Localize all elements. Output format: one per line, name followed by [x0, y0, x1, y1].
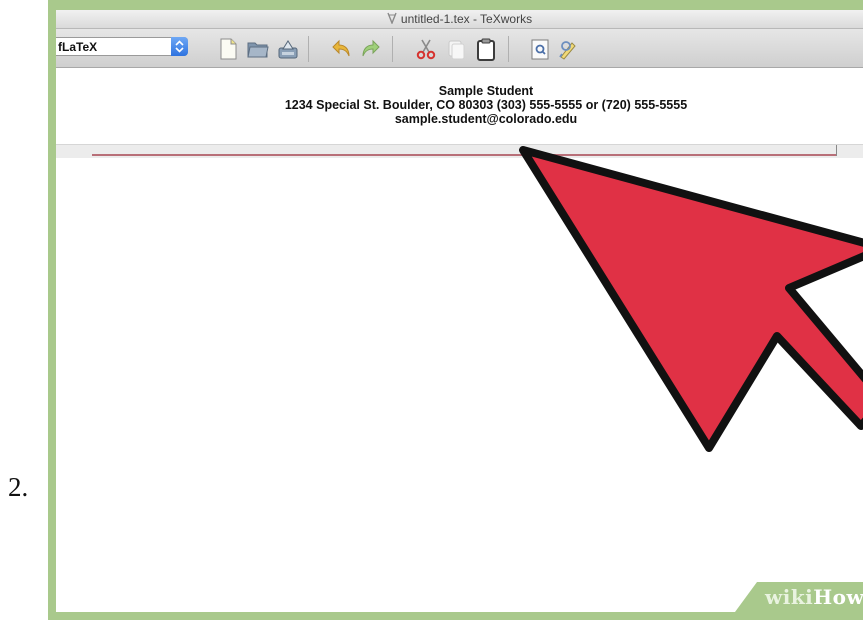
step-number: 2.	[8, 472, 29, 502]
watermark-how: How	[813, 585, 863, 609]
redo-icon[interactable]	[358, 37, 382, 61]
toolbar-separator	[508, 36, 509, 62]
wikihow-watermark: wikiHow	[735, 582, 863, 612]
replace-icon[interactable]	[556, 37, 580, 61]
watermark-wiki: wiki	[765, 585, 814, 609]
new-document-icon[interactable]	[216, 37, 240, 61]
toolbar: fLaTeX	[56, 29, 863, 68]
email-line: sample.student@colorado.edu	[394, 112, 578, 126]
tex-document-icon	[387, 11, 397, 25]
address-line: 1234 Special St. Boulder, CO 80303 (303)…	[284, 98, 688, 112]
find-icon[interactable]	[528, 37, 552, 61]
student-name: Sample Student	[438, 84, 534, 98]
copy-icon[interactable]	[444, 37, 468, 61]
open-folder-icon[interactable]	[246, 37, 270, 61]
undo-icon[interactable]	[330, 37, 354, 61]
toolbar-separator	[308, 36, 309, 62]
typeset-engine-select[interactable]: fLaTeX	[56, 37, 188, 56]
toolbar-separator	[392, 36, 393, 62]
pointer-arrow-overlay	[519, 146, 863, 452]
texworks-window: untitled-1.tex - TeXworks fLaTeX Sample …	[56, 10, 863, 612]
engine-select-value: fLaTeX	[58, 40, 98, 54]
cut-icon[interactable]	[414, 37, 438, 61]
screenshot-frame: untitled-1.tex - TeXworks fLaTeX Sample …	[48, 0, 863, 620]
window-titlebar[interactable]: untitled-1.tex - TeXworks	[56, 10, 863, 29]
save-icon[interactable]	[276, 37, 300, 61]
letterhead: Sample Student 1234 Special St. Boulder,…	[56, 84, 863, 126]
paste-icon[interactable]	[474, 37, 498, 61]
window-title: untitled-1.tex - TeXworks	[400, 12, 533, 26]
select-arrows-icon[interactable]	[171, 37, 188, 56]
